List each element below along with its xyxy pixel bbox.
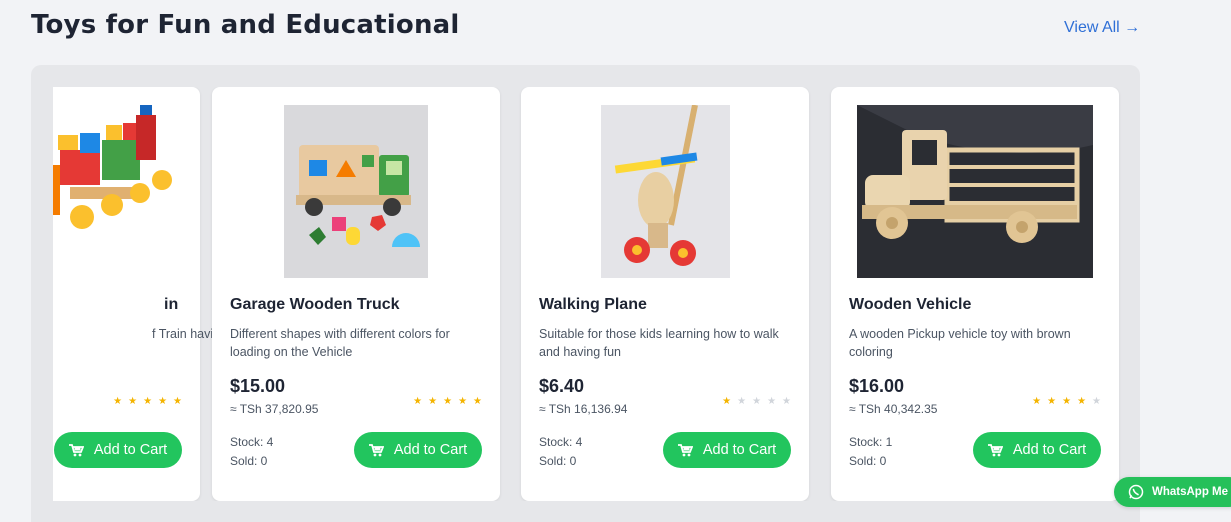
rating-stars: ★ ★ ★ ★ ★ [92,391,182,409]
product-carousel: in f Train having Lods ★ ★ ★ ★ ★ Add to Cart [31,65,1140,522]
push-plane-image [601,105,730,278]
add-to-cart-button[interactable]: Add to Cart [54,432,182,468]
whatsapp-icon [1128,484,1144,500]
star-icon: ★ [1077,396,1087,407]
star-icon: ★ [143,396,153,407]
product-price: $16.00 [849,376,905,396]
product-name[interactable]: in [164,296,178,314]
sold-count: Sold: 0 [849,454,887,468]
rating-stars: ★ ★ ★ ★ ★ [392,391,482,409]
cart-icon [677,443,693,456]
product-name[interactable]: Garage Wooden Truck [230,296,400,314]
star-icon: ★ [782,396,791,407]
star-icon: ★ [413,396,423,407]
product-name[interactable]: Wooden Vehicle [849,296,971,314]
star-icon: ★ [1062,396,1072,407]
product-name[interactable]: Walking Plane [539,296,647,314]
star-icon: ★ [767,396,777,407]
product-price: $15.00 [230,376,286,396]
whatsapp-button[interactable]: WhatsApp Me [1114,477,1231,507]
wooden-pickup-image [857,105,1093,278]
section-title: Toys for Fun and Educational [31,10,460,40]
star-icon: ★ [1047,396,1057,407]
star-icon: ★ [128,396,138,407]
rating-stars: ★ ★ ★ ★ ★ [1011,391,1101,409]
product-card[interactable]: Garage Wooden Truck Different shapes wit… [212,87,500,501]
shape-sorter-truck-image [284,105,428,278]
cart-icon [68,443,84,456]
star-icon: ★ [737,396,747,407]
product-description: A wooden Pickup vehicle toy with brown c… [849,327,1071,359]
cart-button-label: Add to Cart [702,442,777,458]
toy-train-image [53,105,182,278]
product-image [857,105,1093,278]
star-icon: ★ [473,396,482,407]
rating-stars: ★ ★ ★ ★ ★ [701,391,791,409]
product-card[interactable]: Walking Plane Suitable for those kids le… [521,87,809,501]
stock-info: Stock: 4 Sold: 0 [230,433,273,471]
product-local-price: ≈ TSh 40,342.35 [849,402,938,416]
stock-count: Stock: 4 [539,435,583,449]
view-all-link[interactable]: View All → [1064,19,1140,37]
sold-count: Sold: 0 [539,454,577,468]
product-description: Different shapes with different colors f… [230,327,450,359]
cart-button-label: Add to Cart [93,442,168,458]
product-card[interactable]: in f Train having Lods ★ ★ ★ ★ ★ Add to Cart [53,87,258,501]
cart-button-label: Add to Cart [1012,442,1087,458]
stock-count: Stock: 1 [849,435,893,449]
star-icon: ★ [1092,396,1101,407]
cart-icon [368,443,384,456]
product-description: Suitable for those kids learning how to … [539,327,779,359]
stock-info: Stock: 4 Sold: 0 [539,433,582,471]
product-card[interactable]: Wooden Vehicle A wooden Pickup vehicle t… [831,87,1119,501]
star-icon: ★ [113,396,123,407]
star-icon: ★ [173,396,182,407]
product-image [601,105,730,278]
star-icon: ★ [1032,396,1042,407]
stock-count: Stock: 4 [230,435,274,449]
product-local-price: ≈ TSh 16,136.94 [539,402,628,416]
cart-icon [987,443,1003,456]
star-icon: ★ [458,396,468,407]
cart-button-label: Add to Cart [393,442,468,458]
star-icon: ★ [752,396,762,407]
stock-info: Stock: 1 Sold: 0 [849,433,892,471]
product-image [53,105,182,278]
star-icon: ★ [722,396,732,407]
sold-count: Sold: 0 [230,454,268,468]
product-local-price: ≈ TSh 37,820.95 [230,402,319,416]
star-icon: ★ [158,396,168,407]
product-price: $6.40 [539,376,585,396]
star-icon: ★ [428,396,438,407]
product-image [284,105,428,278]
add-to-cart-button[interactable]: Add to Cart [354,432,482,468]
whatsapp-label: WhatsApp Me [1152,486,1229,498]
add-to-cart-button[interactable]: Add to Cart [663,432,791,468]
add-to-cart-button[interactable]: Add to Cart [973,432,1101,468]
carousel-track[interactable]: in f Train having Lods ★ ★ ★ ★ ★ Add to Cart [53,87,1123,501]
star-icon: ★ [443,396,453,407]
